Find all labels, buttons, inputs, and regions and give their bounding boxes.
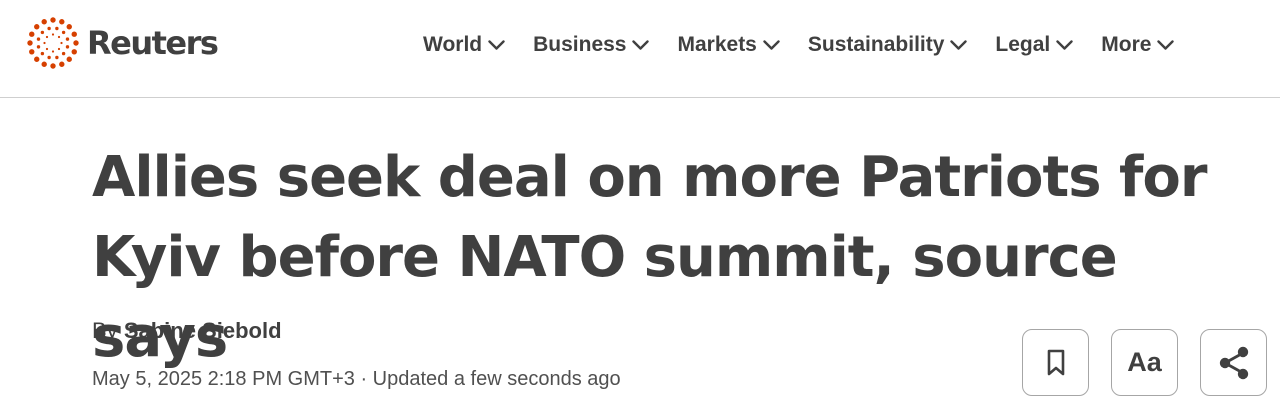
text-size-label: Aa [1127,347,1162,377]
logo-dot [65,37,70,41]
share-icon [1219,346,1248,379]
logo-dot [47,55,51,60]
logo-dot [65,45,70,49]
save-article-button[interactable] [1022,329,1089,396]
logo-dot [51,33,55,36]
share-button[interactable] [1200,329,1267,396]
logo-dot [34,56,40,62]
article-dateline: May 5, 2025 2:18 PM GMT+3 · Updated a fe… [92,368,621,390]
author-link[interactable]: Sabine Siebold [124,318,282,343]
logo-dot [66,24,72,30]
nav-item-label: More [1101,33,1152,56]
site-header: Reuters World Business Markets Sustainab… [0,0,1280,98]
logo-dot [43,41,46,45]
main-nav: World Business Markets Sustainability Le… [423,30,1175,60]
nav-item-label: Sustainability [807,33,945,56]
nav-item-label: Markets [677,33,757,56]
logo-dot [40,30,45,35]
logo-dot [29,49,35,55]
nav-item-label: Business [533,33,627,56]
reuters-wordmark: Reuters [87,24,219,62]
logo-dot [71,49,77,55]
nav-item-world[interactable]: World [423,33,505,57]
nav-item-label: World [423,33,483,56]
nav-item-sustainability[interactable]: Sustainability [808,33,968,57]
logo-dot [45,35,49,39]
logo-dot [45,47,49,51]
nav-item-business[interactable]: Business [533,33,650,57]
logo-dot [50,17,56,23]
chevron-down-icon [1056,39,1073,50]
logo-dot [29,31,35,37]
logo-dot [60,41,63,45]
nav-item-legal[interactable]: Legal [995,33,1073,57]
chevron-down-icon [488,39,505,50]
logo-dot [50,63,56,69]
logo-dot [27,40,33,46]
reuters-logo-icon [27,17,79,69]
chevron-down-icon [1157,39,1175,50]
nav-item-markets[interactable]: Markets [677,33,780,57]
bookmark-icon [1047,349,1064,375]
logo-dot [34,24,40,30]
logo-dot [57,47,61,51]
logo-dot [41,19,47,25]
byline: By Sabine Siebold [92,318,282,344]
reuters-logo[interactable]: Reuters [26,16,219,70]
chevron-down-icon [763,39,780,50]
nav-item-label: Legal [995,33,1051,56]
logo-dot [40,51,45,56]
text-size-button[interactable]: Aa [1111,329,1178,396]
logo-dot [36,45,41,49]
logo-dot [51,50,55,53]
logo-dot [59,19,65,25]
logo-dot [57,35,61,39]
chevron-down-icon [632,39,650,50]
nav-item-more[interactable]: More [1101,33,1175,57]
logo-dot [47,26,51,31]
logo-dot [71,31,77,37]
chevron-down-icon [950,39,968,50]
logo-dot [55,55,59,60]
byline-prefix: By [92,318,118,343]
logo-dot [36,37,41,41]
logo-dot [59,61,65,67]
logo-dot [61,30,66,35]
logo-dot [66,56,72,62]
logo-dot [55,26,59,31]
logo-dot [41,61,47,67]
logo-dot [73,40,79,46]
logo-dot [61,51,66,56]
